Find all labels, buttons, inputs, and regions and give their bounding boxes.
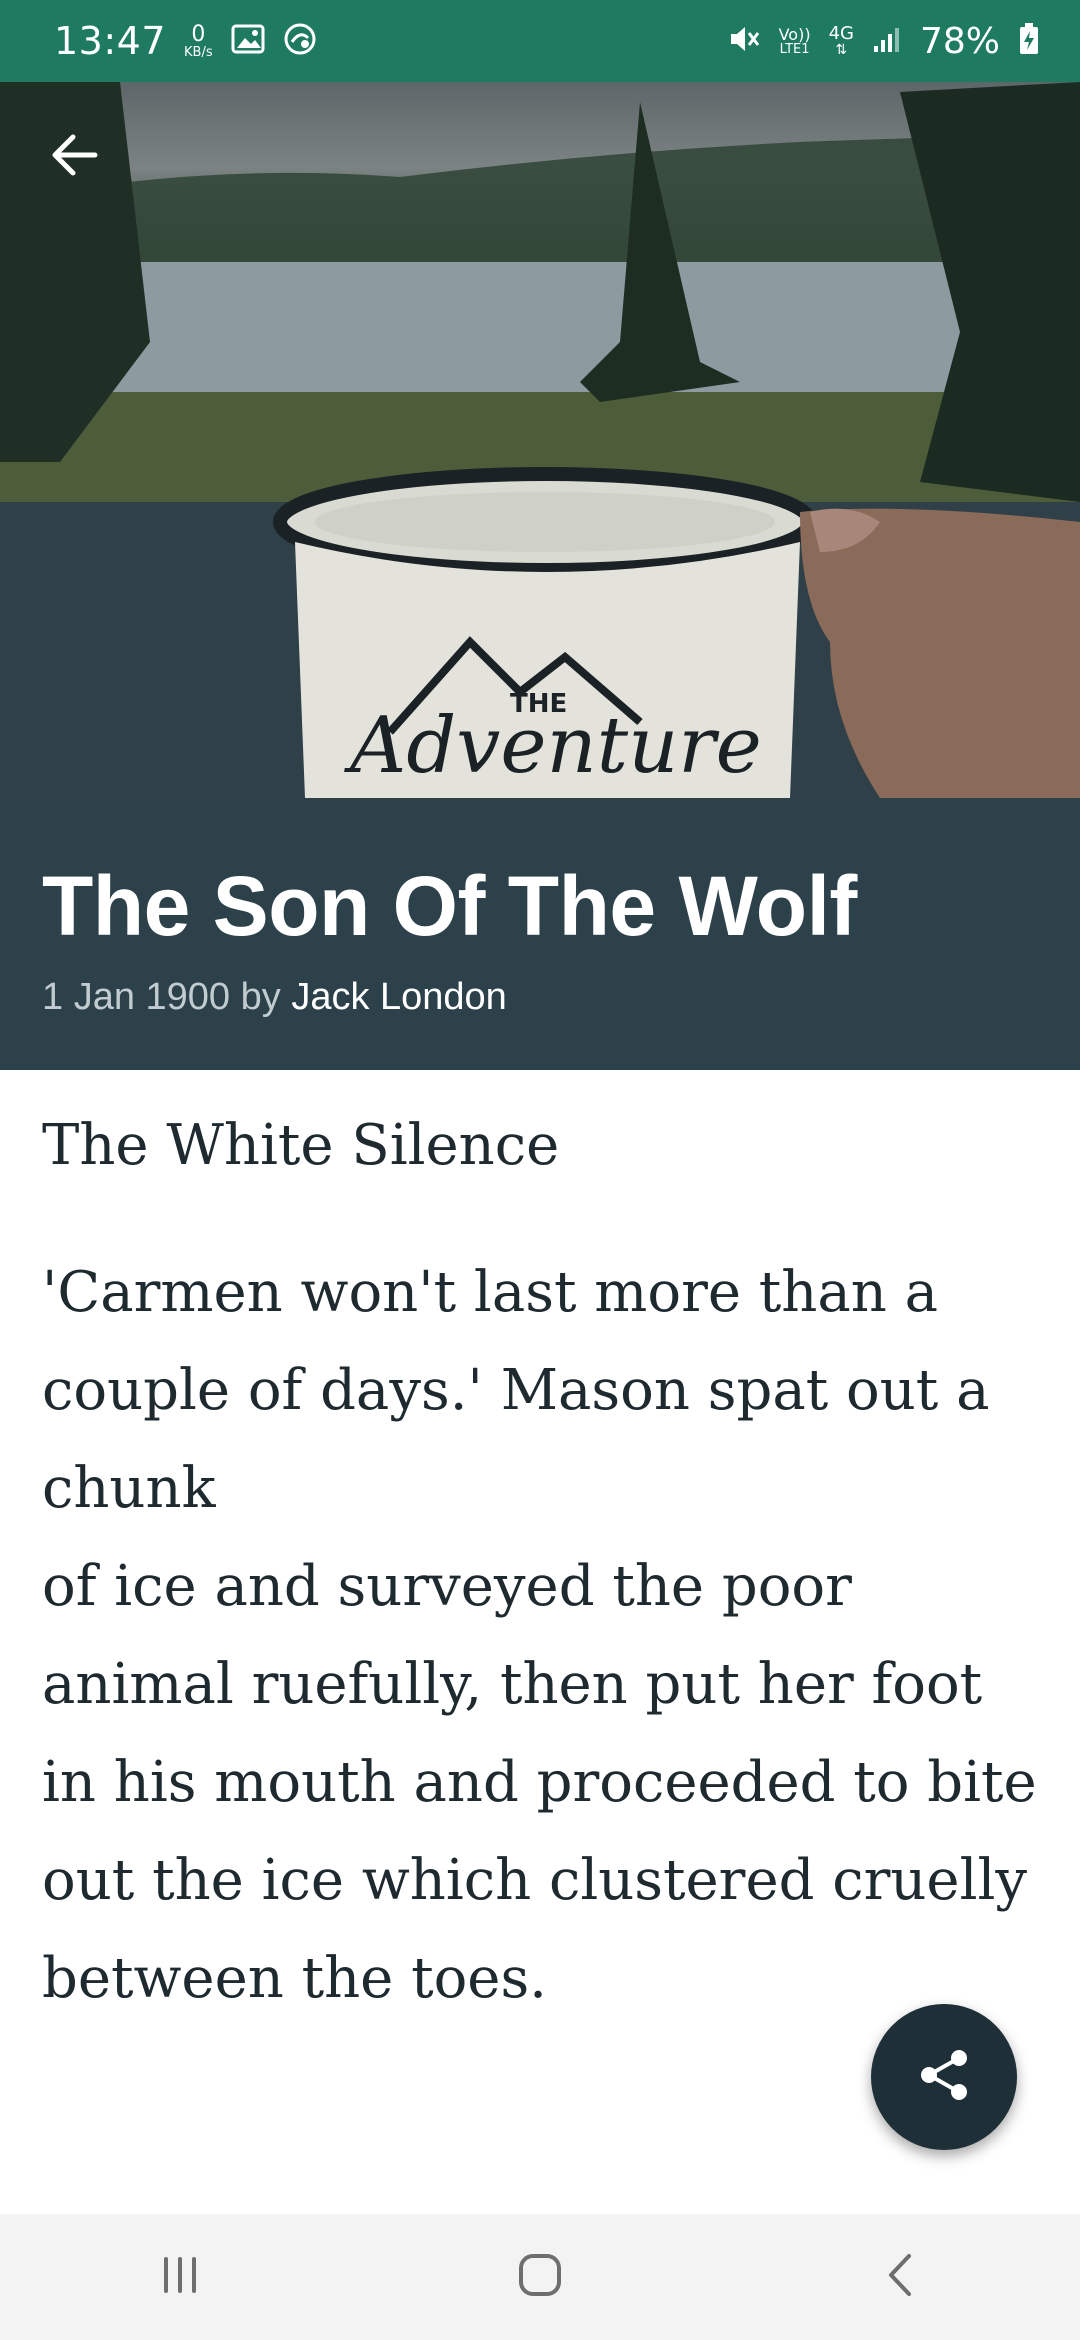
network-type: 4G xyxy=(828,23,854,44)
signal-icon xyxy=(872,24,902,58)
volte-bottom: LTE1 xyxy=(779,41,810,57)
net-speed: 0 KB/s xyxy=(184,21,213,60)
image-notification-icon xyxy=(231,24,265,58)
article-header: The Son Of The Wolf 1 Jan 1900 by Jack L… xyxy=(0,798,1080,1070)
net-speed-unit: KB/s xyxy=(184,44,213,60)
status-time: 13:47 xyxy=(54,19,167,63)
article-author[interactable]: Jack London xyxy=(291,976,507,1018)
share-button[interactable] xyxy=(871,2004,1017,2150)
recents-icon xyxy=(158,2255,202,2300)
back-nav-button[interactable] xyxy=(840,2227,960,2327)
article-date: 1 Jan 1900 by xyxy=(42,976,281,1019)
net-speed-value: 0 xyxy=(191,21,206,47)
home-button[interactable] xyxy=(480,2227,600,2327)
share-icon xyxy=(914,2045,974,2110)
system-nav-bar xyxy=(0,2214,1080,2340)
back-button[interactable] xyxy=(40,122,110,192)
recents-button[interactable] xyxy=(120,2227,240,2327)
article-title: The Son Of The Wolf xyxy=(42,859,857,953)
arrow-left-icon xyxy=(51,133,99,182)
chapter-heading: The White Silence xyxy=(42,1113,560,1178)
sync-notification-icon xyxy=(283,22,317,60)
article-paragraph: 'Carmen won't last more than a couple of… xyxy=(42,1259,1037,2011)
article-byline: 1 Jan 1900 by Jack London xyxy=(42,976,1038,1019)
svg-text:Adventure: Adventure xyxy=(344,701,762,791)
mute-icon xyxy=(727,23,761,59)
volte-top: Vo)) xyxy=(778,24,811,44)
status-left: 13:47 0 KB/s xyxy=(54,19,317,63)
volte-indicator: Vo)) LTE1 xyxy=(778,24,811,57)
hero-illustration: THE Adventure xyxy=(0,82,1080,798)
network-indicator: 4G ⇅ xyxy=(828,23,854,58)
home-icon xyxy=(517,2252,563,2303)
status-bar: 13:47 0 KB/s Vo)) LTE1 4G ⇅ 78% xyxy=(0,0,1080,82)
network-arrows: ⇅ xyxy=(835,42,848,58)
hero-image: THE Adventure xyxy=(0,82,1080,798)
battery-charging-icon xyxy=(1018,22,1040,60)
status-right: Vo)) LTE1 4G ⇅ 78% xyxy=(727,21,1040,62)
back-nav-icon xyxy=(885,2252,915,2303)
battery-percent: 78% xyxy=(919,20,1000,62)
